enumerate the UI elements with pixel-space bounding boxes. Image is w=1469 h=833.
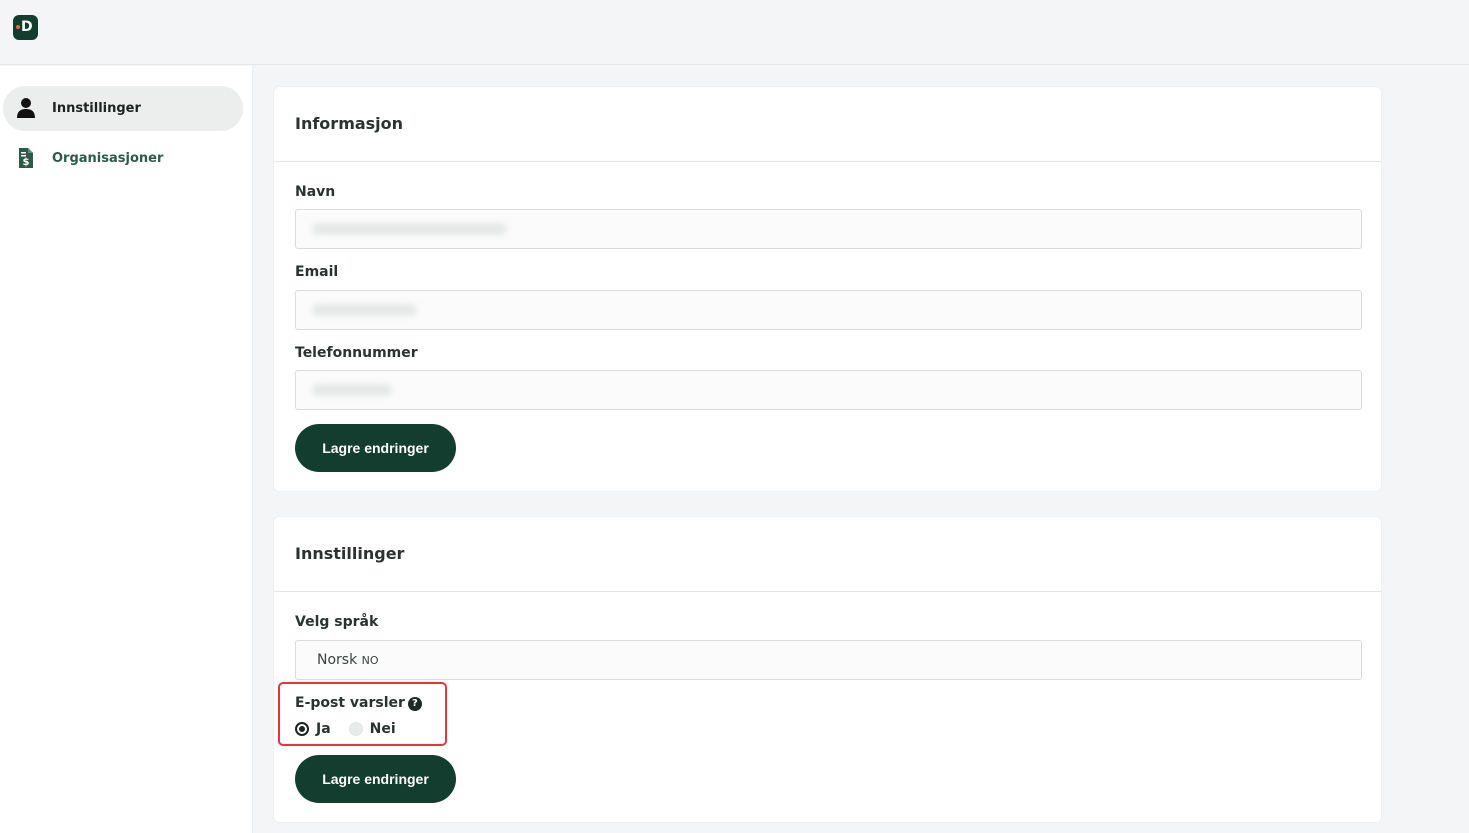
sidebar: Innstillinger $ Organisasjoner xyxy=(0,66,253,833)
language-code: NO xyxy=(361,654,379,667)
radio-nei[interactable] xyxy=(348,722,363,736)
radio-label-nei: Nei xyxy=(369,721,396,737)
svg-text:$: $ xyxy=(23,157,30,168)
name-label: Navn xyxy=(295,184,336,200)
save-button[interactable]: Lagre endringer xyxy=(295,755,456,803)
redacted-value xyxy=(312,304,417,316)
email-alerts-options: Ja Nei xyxy=(295,721,414,737)
email-alerts-label: E-post varsler? xyxy=(295,695,422,711)
phone-label: Telefonnummer xyxy=(295,345,418,361)
sidebar-item-label: Organisasjoner xyxy=(52,151,164,166)
language-select[interactable]: Norsk NO xyxy=(295,640,1362,680)
radio-ja[interactable] xyxy=(295,722,309,736)
redacted-value xyxy=(312,384,392,396)
divider xyxy=(274,161,1381,162)
radio-label-ja: Ja xyxy=(316,721,331,737)
email-label: Email xyxy=(295,264,339,280)
information-card: Informasjon Navn Email Telefonnummer Lag… xyxy=(273,86,1382,492)
app-logo[interactable]: D xyxy=(13,15,38,40)
email-alerts-text: E-post varsler xyxy=(295,695,405,711)
language-name: Norsk xyxy=(317,652,358,668)
top-bar: D xyxy=(0,0,1469,65)
phone-field[interactable] xyxy=(295,370,1362,410)
logo-letter: D xyxy=(21,19,33,35)
document-dollar-icon: $ xyxy=(16,147,36,169)
language-value: Norsk NO xyxy=(317,652,379,668)
language-label: Velg språk xyxy=(295,614,379,630)
question-circle-icon[interactable]: ? xyxy=(407,697,422,711)
settings-card: Innstillinger Velg språk Norsk NO E-post… xyxy=(273,516,1382,823)
sidebar-item-label: Innstillinger xyxy=(52,101,141,116)
card-title: Informasjon xyxy=(295,114,404,133)
name-field[interactable] xyxy=(295,209,1362,249)
divider xyxy=(274,591,1381,592)
sidebar-item-innstillinger[interactable]: Innstillinger xyxy=(3,86,243,131)
save-button[interactable]: Lagre endringer xyxy=(295,424,456,472)
sidebar-item-organisasjoner[interactable]: $ Organisasjoner xyxy=(3,136,243,181)
card-title: Innstillinger xyxy=(295,544,405,563)
user-icon xyxy=(16,97,36,119)
logo-dot xyxy=(16,25,20,29)
email-field[interactable] xyxy=(295,290,1362,330)
redacted-value xyxy=(312,223,507,235)
